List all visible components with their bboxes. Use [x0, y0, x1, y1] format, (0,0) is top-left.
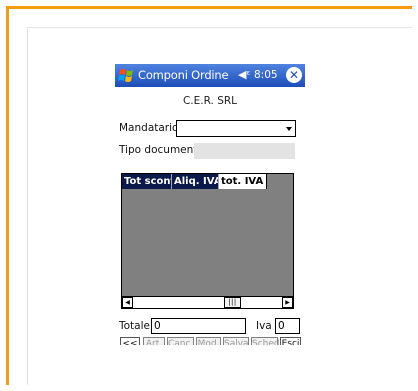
iva-field[interactable]: 0 — [275, 318, 300, 334]
back-button[interactable]: << — [120, 337, 140, 345]
column-header-aliq-iva[interactable]: Aliq. IVA — [172, 174, 219, 189]
clock[interactable]: 8:05 — [254, 69, 278, 81]
mandatario-dropdown[interactable] — [176, 120, 296, 137]
mandatario-label: Mandatario: — [119, 122, 182, 134]
totale-label: Totale — [119, 320, 150, 332]
company-name: C.E.R. SRL — [182, 95, 238, 107]
scroll-left-icon[interactable]: ◀ — [122, 297, 133, 308]
column-header-tot-iva[interactable]: tot. IVA — [219, 174, 267, 189]
column-header-tot-sconto[interactable]: Tot sconto — [122, 174, 172, 189]
iva-label: Iva — [256, 320, 272, 332]
tipo-documento-field — [194, 143, 295, 159]
title-bar: Componi Ordine ◀ᵋ 8:05 ✕ — [115, 64, 305, 87]
art-button[interactable]: Art. — [143, 337, 165, 345]
sched-button[interactable]: Sched — [251, 337, 280, 345]
esci-button[interactable]: Esci — [280, 337, 301, 345]
scroll-thumb[interactable]: ||| — [224, 297, 241, 308]
speaker-icon[interactable]: ◀ᵋ — [238, 68, 250, 81]
totale-field[interactable]: 0 — [151, 318, 246, 334]
mod-button[interactable]: Mod. — [196, 337, 221, 345]
grid-header: Tot sconto Aliq. IVA tot. IVA — [122, 174, 293, 189]
chevron-down-icon[interactable] — [286, 127, 292, 131]
scroll-right-icon[interactable]: ▶ — [282, 297, 293, 308]
close-icon[interactable]: ✕ — [286, 67, 302, 83]
salva-button[interactable]: Salva — [223, 337, 249, 345]
canc-button[interactable]: Canc. — [167, 337, 194, 345]
pocketpc-screen: Componi Ordine ◀ᵋ 8:05 ✕ C.E.R. SRL Mand… — [115, 64, 305, 345]
window-title: Componi Ordine — [138, 68, 229, 82]
horizontal-scrollbar[interactable]: ◀ ||| ▶ — [122, 296, 293, 308]
windows-flag-icon[interactable] — [118, 67, 135, 84]
totals-grid[interactable]: Tot sconto Aliq. IVA tot. IVA ◀ ||| ▶ — [121, 173, 294, 309]
